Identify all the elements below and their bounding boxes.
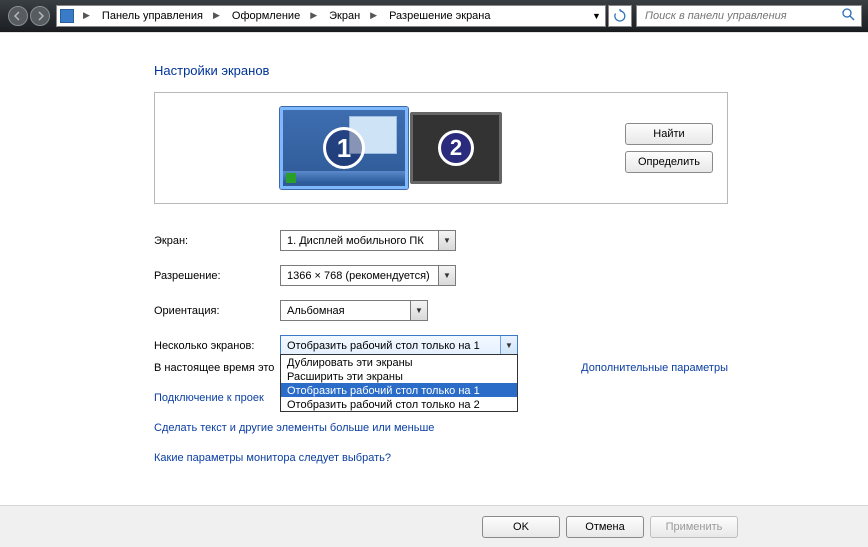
- breadcrumb-item[interactable]: Панель управления: [96, 6, 207, 26]
- forward-button[interactable]: [30, 6, 50, 26]
- search-box[interactable]: [636, 5, 862, 27]
- dropdown-option[interactable]: Отобразить рабочий стол только на 1: [281, 383, 517, 397]
- forward-icon: [35, 11, 45, 21]
- orientation-select[interactable]: Альбомная ▼: [280, 300, 428, 321]
- resolution-label: Разрешение:: [154, 270, 280, 282]
- search-input[interactable]: [643, 9, 841, 23]
- identify-button[interactable]: Определить: [625, 151, 713, 173]
- refresh-button[interactable]: [608, 5, 632, 27]
- breadcrumb-dropdown[interactable]: ▼: [587, 6, 605, 26]
- detect-button[interactable]: Найти: [625, 123, 713, 145]
- breadcrumb[interactable]: ▶ Панель управления ▶ Оформление ▶ Экран…: [56, 5, 606, 27]
- breadcrumb-item[interactable]: Разрешение экрана: [383, 6, 494, 26]
- display-label: Экран:: [154, 235, 280, 247]
- resolution-value: 1366 × 768 (рекомендуется): [287, 270, 438, 282]
- chevron-right-icon[interactable]: ▶: [364, 6, 383, 26]
- display-value: 1. Дисплей мобильного ПК: [287, 235, 438, 247]
- breadcrumb-item[interactable]: Экран: [323, 6, 364, 26]
- chevron-down-icon: ▼: [438, 266, 455, 285]
- orientation-label: Ориентация:: [154, 305, 280, 317]
- multi-display-value: Отобразить рабочий стол только на 1: [287, 340, 500, 352]
- multi-display-label: Несколько экранов:: [154, 340, 280, 352]
- monitor-number: 1: [323, 127, 365, 169]
- search-icon: [841, 7, 855, 24]
- display-select[interactable]: 1. Дисплей мобильного ПК ▼: [280, 230, 456, 251]
- breadcrumb-item[interactable]: Оформление: [226, 6, 304, 26]
- text-size-link[interactable]: Сделать текст и другие элементы больше и…: [154, 422, 434, 434]
- primary-display-note: В настоящее время это: [154, 362, 274, 374]
- chevron-down-icon: ▼: [438, 231, 455, 250]
- address-toolbar: ▶ Панель управления ▶ Оформление ▶ Экран…: [0, 0, 868, 32]
- help-link[interactable]: Какие параметры монитора следует выбрать…: [154, 452, 391, 464]
- apply-button[interactable]: Применить: [650, 516, 738, 538]
- chevron-down-icon: ▼: [500, 336, 517, 355]
- resolution-select[interactable]: 1366 × 768 (рекомендуется) ▼: [280, 265, 456, 286]
- multi-display-dropdown: Дублировать эти экраны Расширить эти экр…: [280, 354, 518, 412]
- chevron-right-icon[interactable]: ▶: [207, 6, 226, 26]
- nav-arrows: [4, 6, 54, 26]
- dialog-buttons: OK Отмена Применить: [0, 505, 868, 547]
- back-button[interactable]: [8, 6, 28, 26]
- multi-display-select[interactable]: Отобразить рабочий стол только на 1 ▼ Ду…: [280, 335, 518, 356]
- dropdown-option[interactable]: Отобразить рабочий стол только на 2: [281, 397, 517, 411]
- orientation-value: Альбомная: [287, 305, 410, 317]
- chevron-right-icon[interactable]: ▶: [304, 6, 323, 26]
- monitor-2[interactable]: 2: [410, 112, 502, 184]
- control-panel-icon: [57, 6, 77, 26]
- page: Настройки экранов 1 2 Найти Определить Э…: [0, 32, 868, 547]
- refresh-icon: [613, 9, 627, 23]
- advanced-settings-link[interactable]: Дополнительные параметры: [581, 362, 728, 374]
- dropdown-option[interactable]: Дублировать эти экраны: [281, 355, 517, 369]
- ok-button[interactable]: OK: [482, 516, 560, 538]
- chevron-down-icon: ▼: [410, 301, 427, 320]
- dropdown-option[interactable]: Расширить эти экраны: [281, 369, 517, 383]
- monitor-1[interactable]: 1: [280, 107, 408, 189]
- back-icon: [13, 11, 23, 21]
- chevron-right-icon[interactable]: ▶: [77, 6, 96, 26]
- projector-link[interactable]: Подключение к проек: [154, 392, 264, 404]
- monitor-number: 2: [438, 130, 474, 166]
- display-preview: 1 2 Найти Определить: [154, 92, 728, 204]
- page-title: Настройки экранов: [154, 63, 740, 78]
- cancel-button[interactable]: Отмена: [566, 516, 644, 538]
